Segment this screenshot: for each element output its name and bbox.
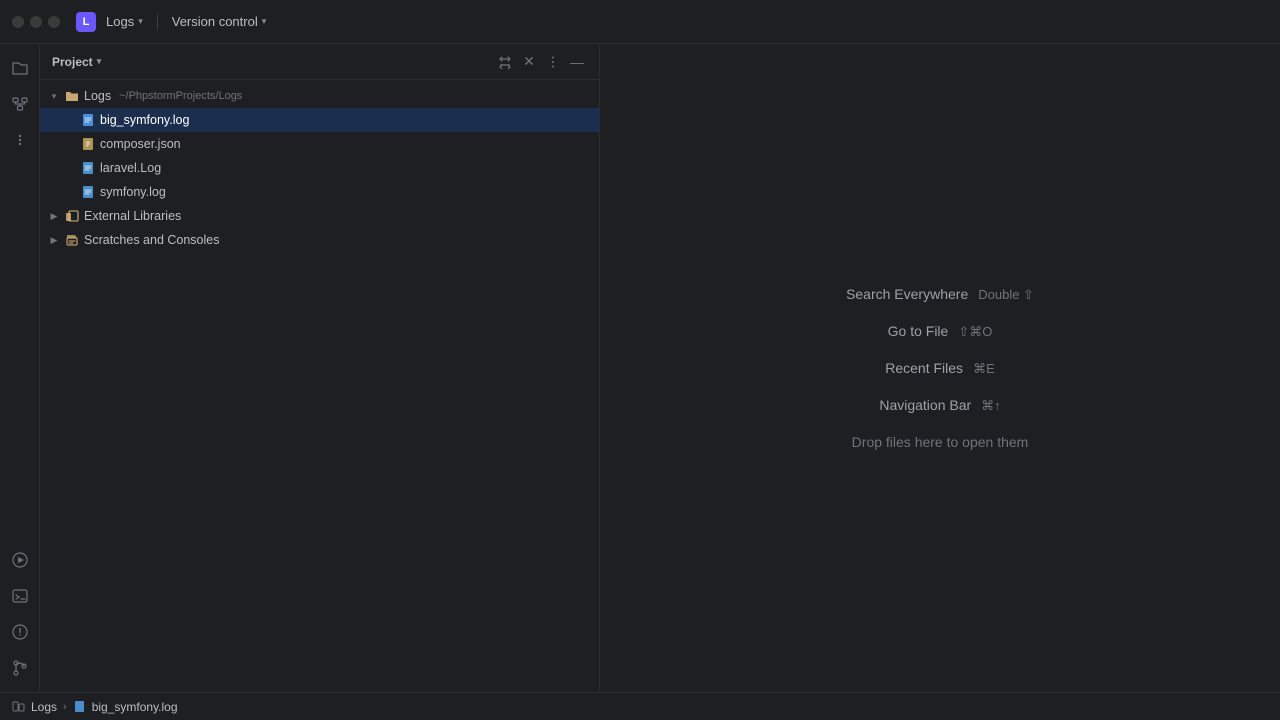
icon-bar-bottom [4,544,36,692]
structure-icon-btn[interactable] [4,88,36,120]
minimize-panel-btn[interactable]: — [567,52,587,72]
scratches-arrow: ▶ [48,234,60,246]
panel-chevron: ▾ [97,56,102,67]
recent-files-hint: Recent Files ⌘E [885,360,994,377]
root-arrow: ▾ [48,90,60,102]
left-icon-bar [0,44,40,692]
breadcrumb-project-icon [12,700,25,713]
big-symfony-log-label: big_symfony.log [100,113,189,127]
tree-root-logs[interactable]: ▾ Logs ~/PhpstormProjects/Logs [40,84,599,108]
breadcrumb-sep: › [63,701,67,713]
tree-item-external-libraries[interactable]: ▶ External Libraries [40,204,599,228]
composer-json-icon [80,136,96,152]
close-button[interactable] [12,16,24,28]
tree-item-scratches-consoles[interactable]: ▶ Scratches and Consoles [40,228,599,252]
project-chevron: ▾ [138,16,143,27]
panel-header: Project ▾ ✕ [40,44,599,80]
project-panel: Project ▾ ✕ [40,44,600,692]
run-icon-btn[interactable] [4,544,36,576]
editor-area[interactable]: Search Everywhere Double ⇧ Go to File ⇧⌘… [600,44,1280,692]
search-everywhere-hint: Search Everywhere Double ⇧ [846,286,1034,303]
main-layout: Project ▾ ✕ [0,44,1280,692]
breadcrumb: Logs › big_symfony.log [12,700,178,714]
status-bar: Logs › big_symfony.log [0,692,1280,720]
traffic-lights [12,16,60,28]
symfony-log-icon [80,184,96,200]
breadcrumb-file-icon [73,700,86,713]
composer-json-label: composer.json [100,137,181,151]
expand-all-btn[interactable] [495,52,515,72]
root-label: Logs [84,89,111,103]
laravel-log-icon [80,160,96,176]
navigation-bar-hint: Navigation Bar ⌘↑ [879,397,1000,414]
tree-item-big-symfony-log[interactable]: big_symfony.log [40,108,599,132]
title-bar: L Logs ▾ Version control ▾ [0,0,1280,44]
collapse-all-btn[interactable]: ✕ [519,52,539,72]
folder-icon-btn[interactable] [4,52,36,84]
tree-item-symfony-log[interactable]: symfony.log [40,180,599,204]
app-logo: L [76,12,96,32]
scratches-icon [64,232,80,248]
laravel-log-label: laravel.Log [100,161,161,175]
vcs-menu[interactable]: Version control ▾ [172,14,267,29]
problems-icon-btn[interactable] [4,616,36,648]
terminal-icon-btn[interactable] [4,580,36,612]
goto-file-hint: Go to File ⇧⌘O [888,323,993,340]
ext-lib-icon [64,208,80,224]
ext-lib-label: External Libraries [84,209,181,223]
project-name[interactable]: Logs ▾ [106,14,143,29]
git-icon-btn[interactable] [4,652,36,684]
big-symfony-log-icon [80,112,96,128]
root-path: ~/PhpstormProjects/Logs [119,90,242,102]
ext-lib-arrow: ▶ [48,210,60,222]
root-folder-icon [64,88,80,104]
breadcrumb-project-name[interactable]: Logs [31,700,57,714]
symfony-log-label: symfony.log [100,185,166,199]
breadcrumb-file-name[interactable]: big_symfony.log [92,700,178,714]
more-icon-btn[interactable] [4,124,36,156]
panel-actions: ✕ — [495,52,587,72]
title-divider [157,14,158,30]
tree-item-composer-json[interactable]: composer.json [40,132,599,156]
tree-item-laravel-log[interactable]: laravel.Log [40,156,599,180]
minimize-button[interactable] [30,16,42,28]
drop-files-hint: Drop files here to open them [852,434,1029,450]
maximize-button[interactable] [48,16,60,28]
tree-view[interactable]: ▾ Logs ~/PhpstormProjects/Logs big_ [40,80,599,692]
vcs-chevron: ▾ [262,16,267,27]
panel-title: Project ▾ [52,55,487,69]
scratches-label: Scratches and Consoles [84,233,220,247]
options-btn[interactable] [543,52,563,72]
